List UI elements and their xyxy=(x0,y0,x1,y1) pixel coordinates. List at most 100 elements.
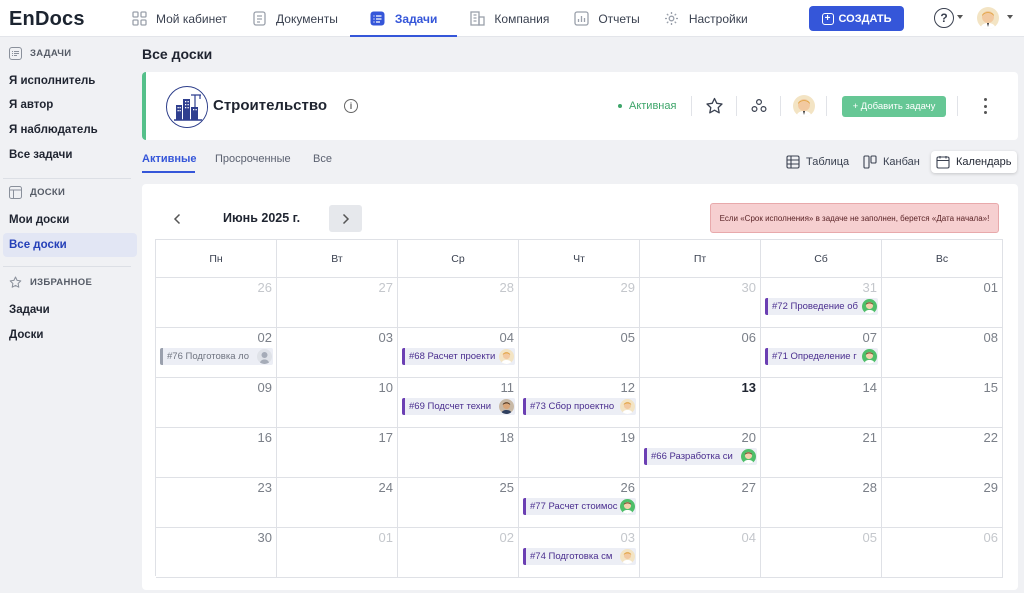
nav-item-reports[interactable]: Отчеты xyxy=(561,0,651,37)
view-label: Календарь xyxy=(956,156,1012,168)
calendar-day-cell[interactable]: 03 xyxy=(277,328,398,378)
calendar-day-cell[interactable]: 26 xyxy=(156,278,277,328)
task-chip[interactable]: #74 Подготовка см xyxy=(523,548,636,565)
prev-month-button[interactable] xyxy=(170,206,184,232)
task-chip[interactable]: #66 Разработка си xyxy=(644,448,757,465)
calendar-day-cell[interactable]: 02 xyxy=(398,528,519,578)
day-number: 17 xyxy=(378,430,393,445)
calendar-day-cell[interactable]: 22 xyxy=(882,428,1003,478)
calendar-day-cell[interactable]: 13 xyxy=(640,378,761,428)
view-calendar-button[interactable]: Календарь xyxy=(931,151,1017,173)
calendar-day-cell[interactable]: 09 xyxy=(156,378,277,428)
calendar-day-cell[interactable]: 27 xyxy=(640,478,761,528)
calendar-day-cell[interactable]: 15 xyxy=(882,378,1003,428)
star-icon[interactable] xyxy=(704,96,724,116)
participants-icon[interactable] xyxy=(749,96,769,116)
calendar-day-cell[interactable]: 28 xyxy=(761,478,882,528)
sidebar-item-my-boards[interactable]: Мои доски xyxy=(3,208,137,232)
nav-item-settings[interactable]: Настройки xyxy=(652,0,760,37)
tab-active[interactable]: Активные xyxy=(142,153,197,165)
avatar[interactable] xyxy=(977,7,999,29)
calendar-day-cell[interactable]: 05 xyxy=(761,528,882,578)
calendar-day-cell[interactable]: 14 xyxy=(761,378,882,428)
nav-label: Документы xyxy=(276,11,338,26)
more-icon[interactable] xyxy=(982,98,988,114)
day-number: 30 xyxy=(257,530,272,545)
calendar-day-cell[interactable]: 21 xyxy=(761,428,882,478)
calendar-day-cell[interactable]: 25 xyxy=(398,478,519,528)
day-number: 14 xyxy=(862,380,877,395)
calendar-day-cell[interactable]: 24 xyxy=(277,478,398,528)
calendar-day-cell[interactable]: 29 xyxy=(519,278,640,328)
nav-item-cabinet[interactable]: Мой кабинет xyxy=(119,0,239,37)
calendar-day-cell[interactable]: 23 xyxy=(156,478,277,528)
task-chip[interactable]: #68 Расчет проекти xyxy=(402,348,515,365)
calendar-day-cell[interactable]: 17 xyxy=(277,428,398,478)
calendar-day-cell[interactable]: 29 xyxy=(882,478,1003,528)
help-icon[interactable]: ? xyxy=(934,8,954,28)
chevron-down-icon[interactable] xyxy=(1007,15,1013,19)
tab-all[interactable]: Все xyxy=(313,153,332,165)
sidebar-item-all-boards[interactable]: Все доски xyxy=(3,233,137,257)
next-month-button[interactable] xyxy=(329,205,362,232)
create-button[interactable]: + СОЗДАТЬ xyxy=(809,6,904,31)
task-chip[interactable]: #72 Проведение об xyxy=(765,298,878,315)
calendar-day-cell[interactable]: 27 xyxy=(277,278,398,328)
nav-item-documents[interactable]: Документы xyxy=(239,0,350,37)
task-label: #68 Расчет проекти xyxy=(409,351,496,362)
nav-item-tasks[interactable]: Задачи xyxy=(349,0,458,37)
task-chip[interactable]: #76 Подготовка ло xyxy=(160,348,273,365)
app-logo[interactable]: EnDocs xyxy=(9,8,85,31)
sidebar-heading-label: ЗАДАЧИ xyxy=(30,48,72,59)
task-chip[interactable]: #71 Определение г xyxy=(765,348,878,365)
sidebar-item-executor[interactable]: Я исполнитель xyxy=(3,69,137,93)
calendar-day-cell[interactable]: 19 xyxy=(519,428,640,478)
nav-label: Отчеты xyxy=(598,11,640,26)
task-label: #74 Подготовка см xyxy=(530,551,613,562)
nav-label: Задачи xyxy=(394,11,438,26)
calendar-day-cell[interactable]: 18 xyxy=(398,428,519,478)
calendar-day-cell[interactable]: 30 xyxy=(156,528,277,578)
view-kanban-button[interactable]: Канбан xyxy=(858,151,925,173)
sidebar-item-observer[interactable]: Я наблюдатель xyxy=(3,118,137,142)
calendar-day-cell[interactable]: 01 xyxy=(277,528,398,578)
day-number: 07 xyxy=(862,330,877,345)
sidebar-item-author[interactable]: Я автор xyxy=(3,93,137,117)
task-label: #76 Подготовка ло xyxy=(167,351,250,362)
chevron-down-icon[interactable] xyxy=(957,15,963,19)
calendar-day-cell[interactable]: 05 xyxy=(519,328,640,378)
info-icon[interactable]: i xyxy=(344,99,358,113)
sidebar: ЗАДАЧИ Я исполнитель Я автор Я наблюдате… xyxy=(0,38,140,593)
task-label: #66 Разработка си xyxy=(651,451,733,462)
tab-overdue[interactable]: Просроченные xyxy=(215,153,291,165)
calendar-day-cell[interactable]: 16 xyxy=(156,428,277,478)
task-chip[interactable]: #77 Расчет стоимос xyxy=(523,498,636,515)
calendar-day-cell[interactable]: 06 xyxy=(882,528,1003,578)
day-number: 11 xyxy=(500,380,515,395)
add-task-button[interactable]: + Добавить задачу xyxy=(842,96,946,117)
view-table-button[interactable]: Таблица xyxy=(781,151,854,173)
chart-icon xyxy=(573,11,589,27)
avatar xyxy=(862,299,877,314)
divider xyxy=(691,96,692,116)
sidebar-item-all-tasks[interactable]: Все задачи xyxy=(3,143,137,167)
calendar-day-cell[interactable]: 04 xyxy=(640,528,761,578)
calendar-day-cell[interactable]: 28 xyxy=(398,278,519,328)
nav-label: Настройки xyxy=(688,11,748,26)
calendar-day-cell[interactable]: 30 xyxy=(640,278,761,328)
view-label: Канбан xyxy=(883,156,920,168)
day-number: 08 xyxy=(983,330,998,345)
calendar-day-cell[interactable]: 08 xyxy=(882,328,1003,378)
sidebar-item-fav-boards[interactable]: Доски xyxy=(3,323,137,347)
board-header-card: Строительство i Активная + Добавить зада… xyxy=(142,72,1018,140)
calendar-day-cell[interactable]: 06 xyxy=(640,328,761,378)
sidebar-item-fav-tasks[interactable]: Задачи xyxy=(3,298,137,322)
task-chip[interactable]: #73 Сбор проектно xyxy=(523,398,636,415)
calendar-day-cell[interactable]: 10 xyxy=(277,378,398,428)
calendar-day-cell[interactable]: 01 xyxy=(882,278,1003,328)
main-nav: Мой кабинет Документы Задачи Компания От… xyxy=(119,0,760,37)
nav-item-company[interactable]: Компания xyxy=(457,0,561,37)
day-number: 29 xyxy=(983,480,998,495)
task-chip[interactable]: #69 Подсчет техни xyxy=(402,398,515,415)
avatar[interactable] xyxy=(793,95,815,117)
